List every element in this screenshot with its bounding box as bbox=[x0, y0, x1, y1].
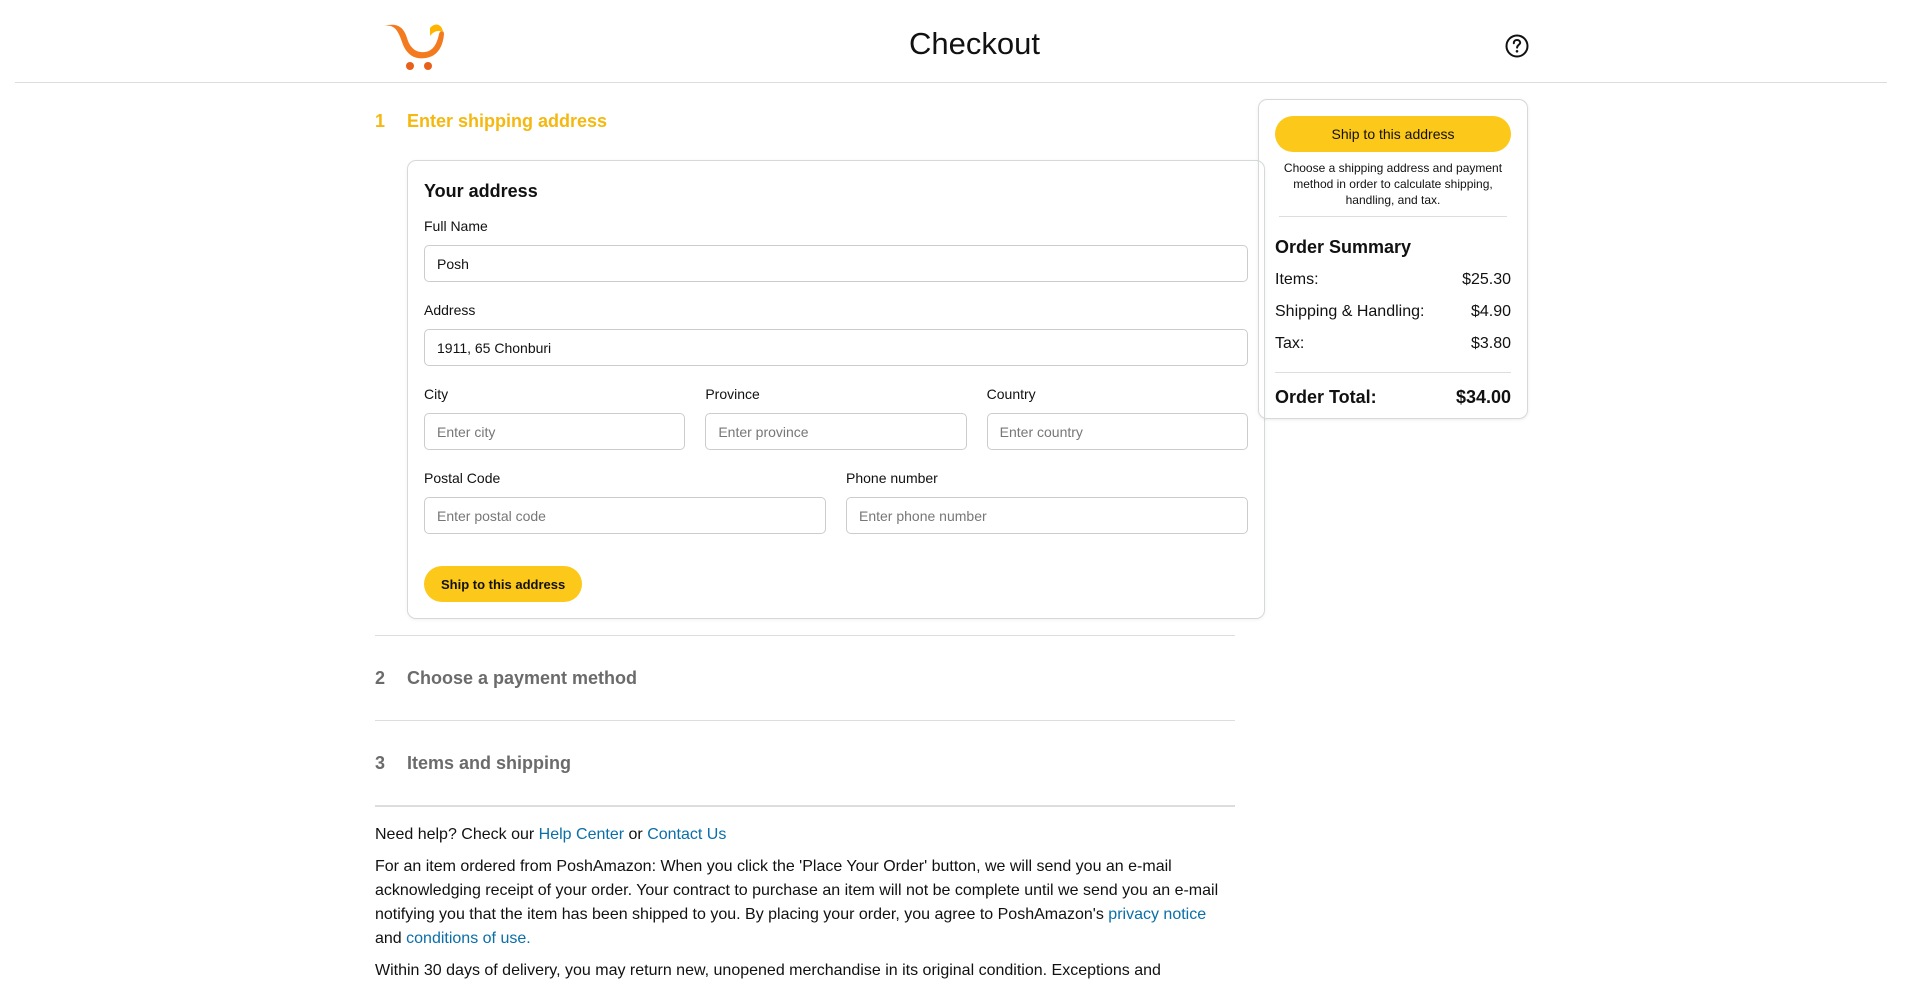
items-label: Items: bbox=[1275, 271, 1319, 288]
header: Checkout bbox=[15, 0, 1887, 83]
step-shipping-header: 1 Enter shipping address bbox=[375, 82, 1235, 160]
step-title: Enter shipping address bbox=[407, 110, 608, 131]
city-input[interactable] bbox=[424, 413, 686, 450]
address-label: Address bbox=[424, 302, 476, 318]
footer-legal: Need help? Check our Help Center or Cont… bbox=[375, 823, 1235, 983]
order-summary-card: Ship to this address Choose a shipping a… bbox=[1258, 99, 1528, 419]
postal-code-input[interactable] bbox=[424, 497, 826, 534]
conditions-of-use-link[interactable]: conditions of use. bbox=[406, 930, 531, 947]
step-number: 2 bbox=[375, 667, 386, 688]
summary-note: Choose a shipping address and payment me… bbox=[1279, 160, 1507, 217]
city-label: City bbox=[424, 386, 449, 402]
country-input[interactable] bbox=[986, 413, 1248, 450]
step-title: Items and shipping bbox=[407, 752, 572, 773]
contact-us-link[interactable]: Contact Us bbox=[647, 826, 726, 843]
or-text: or bbox=[628, 826, 643, 843]
phone-field: Phone number bbox=[846, 470, 1248, 534]
full-name-label: Full Name bbox=[424, 218, 488, 234]
shipping-label: Shipping & Handling: bbox=[1275, 303, 1425, 320]
province-label: Province bbox=[705, 386, 760, 402]
address-input[interactable] bbox=[424, 329, 1248, 366]
country-field: Country bbox=[986, 386, 1248, 450]
postal-code-field: Postal Code bbox=[424, 470, 826, 534]
country-label: Country bbox=[986, 386, 1036, 402]
and-text: and bbox=[375, 930, 402, 947]
phone-label: Phone number bbox=[846, 470, 938, 486]
province-input[interactable] bbox=[705, 413, 967, 450]
postal-phone-row: Postal Code Phone number bbox=[424, 470, 1248, 554]
address-form-card: Your address Full Name Address City Prov… bbox=[407, 160, 1265, 619]
full-name-field: Full Name bbox=[424, 218, 1248, 282]
tax-row: Tax: $3.80 bbox=[1275, 328, 1511, 360]
tax-value: $3.80 bbox=[1470, 335, 1511, 352]
privacy-notice-link[interactable]: privacy notice bbox=[1108, 906, 1206, 923]
order-summary-title: Order Summary bbox=[1275, 237, 1412, 257]
city-province-country-row: City Province Country bbox=[424, 386, 1248, 470]
return-paragraph: Within 30 days of delivery, you may retu… bbox=[375, 962, 1161, 979]
step-payment-header[interactable]: 2 Choose a payment method bbox=[375, 636, 1235, 720]
step-title: Choose a payment method bbox=[407, 667, 638, 688]
help-line: Need help? Check our Help Center or Cont… bbox=[375, 823, 1235, 847]
ship-to-address-button[interactable]: Ship to this address bbox=[424, 566, 583, 602]
items-row: Items: $25.30 bbox=[1275, 264, 1511, 296]
page-title: Checkout bbox=[909, 26, 1040, 61]
province-field: Province bbox=[705, 386, 967, 450]
shipping-row: Shipping & Handling: $4.90 bbox=[1275, 296, 1511, 328]
address-card-title: Your address bbox=[424, 181, 538, 201]
step-number: 3 bbox=[375, 752, 386, 773]
step-items-header[interactable]: 3 Items and shipping bbox=[375, 721, 1235, 805]
order-total-row: Order Total: $34.00 bbox=[1275, 372, 1511, 408]
postal-code-label: Postal Code bbox=[424, 470, 501, 486]
help-prefix-text: Need help? Check our bbox=[375, 826, 535, 843]
help-center-link[interactable]: Help Center bbox=[539, 826, 624, 843]
question-circle-icon[interactable] bbox=[1504, 33, 1530, 59]
tax-label: Tax: bbox=[1275, 335, 1305, 352]
shipping-value: $4.90 bbox=[1470, 303, 1511, 320]
order-total-value: $34.00 bbox=[1455, 387, 1511, 407]
divider bbox=[375, 805, 1235, 807]
phone-input[interactable] bbox=[846, 497, 1248, 534]
items-value: $25.30 bbox=[1462, 271, 1511, 288]
checkout-main: 1 Enter shipping address Your address Fu… bbox=[375, 82, 1265, 991]
legal-paragraph: For an item ordered from PoshAmazon: Whe… bbox=[375, 855, 1235, 951]
order-total-label: Order Total: bbox=[1275, 387, 1377, 407]
address-field: Address bbox=[424, 302, 1248, 366]
full-name-input[interactable] bbox=[424, 245, 1248, 282]
step-number: 1 bbox=[375, 110, 386, 131]
legal-text: For an item ordered from PoshAmazon: Whe… bbox=[375, 858, 1219, 923]
summary-ship-button[interactable]: Ship to this address bbox=[1275, 116, 1511, 152]
city-field: City bbox=[424, 386, 686, 450]
